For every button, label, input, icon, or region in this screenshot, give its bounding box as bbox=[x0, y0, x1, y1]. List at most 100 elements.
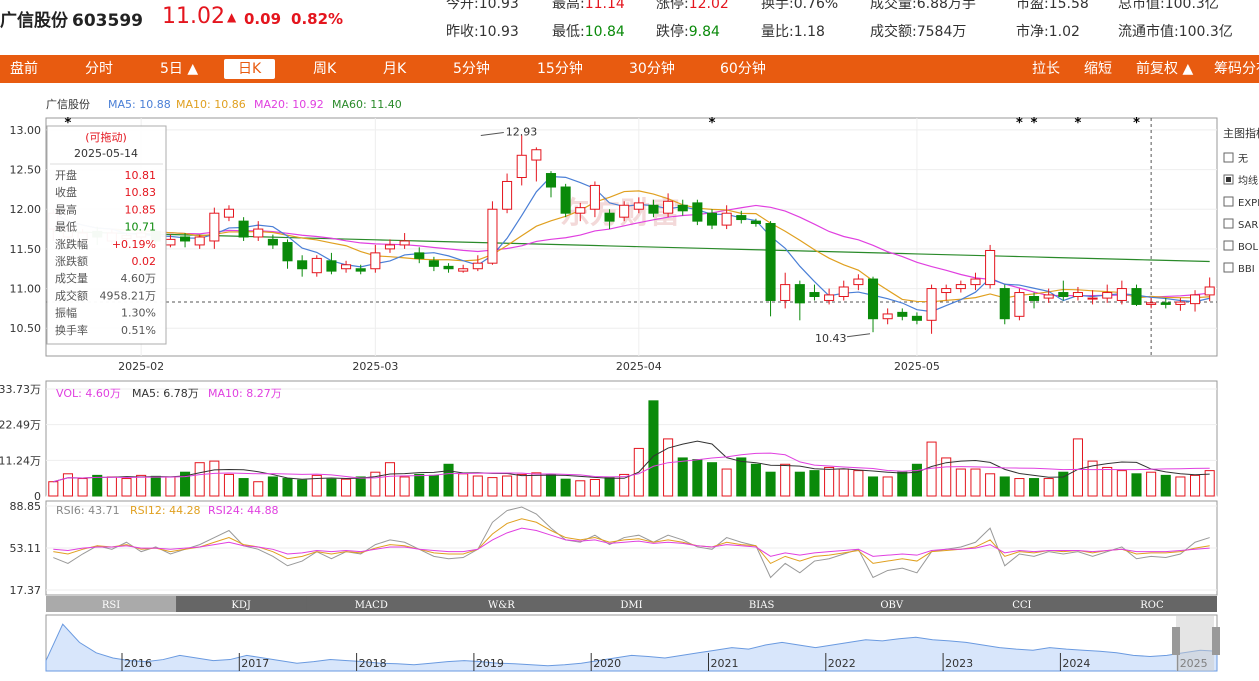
volume-bar bbox=[677, 457, 688, 497]
volume-bar bbox=[428, 474, 439, 497]
indicator-tab-label[interactable]: CCI bbox=[1012, 600, 1031, 611]
period-tab[interactable]: 15分钟 bbox=[537, 55, 583, 83]
candle-body bbox=[867, 278, 879, 320]
period-tab[interactable]: 分时 bbox=[85, 55, 113, 83]
period-tab[interactable]: 日K bbox=[224, 59, 276, 79]
period-tab[interactable]: 盘前 bbox=[10, 55, 38, 83]
volume-bar bbox=[326, 478, 337, 497]
indicator-tab-label[interactable]: DMI bbox=[620, 600, 642, 611]
legend-stock-name: 广信股份 bbox=[46, 98, 90, 111]
candle-body bbox=[1072, 292, 1083, 298]
quote-value: 10.93 bbox=[478, 24, 519, 40]
legend-ma20: MA20: 10.92 bbox=[254, 98, 324, 111]
period-tab[interactable]: 周K bbox=[313, 55, 336, 83]
up-arrow-icon: ▲ bbox=[226, 10, 237, 24]
period-toolbar: 盘前 分时 5日 ▲ 日K 周K 月K 5分钟 15分钟 30分钟 60分钟 拉长 缩短 前复权 ▲ 筹码… bbox=[0, 55, 1259, 83]
quote-value: 1.02 bbox=[1048, 24, 1080, 40]
candle-body bbox=[897, 311, 908, 317]
candle-body bbox=[341, 264, 352, 270]
candle-body bbox=[1131, 288, 1142, 305]
volume-bar bbox=[867, 476, 879, 497]
period-tab[interactable]: 月K bbox=[383, 55, 406, 83]
indicator-checkbox bbox=[1223, 196, 1234, 207]
tooltip-row-value: +0.19% bbox=[112, 238, 156, 251]
candle-body bbox=[1160, 302, 1171, 305]
indicator-tab-label[interactable]: RSI bbox=[102, 600, 120, 611]
quote-cell: 今开:10.93 bbox=[446, 0, 519, 13]
indicator-checkbox bbox=[1223, 262, 1234, 273]
indicator-checkbox bbox=[1223, 240, 1234, 251]
period-tab[interactable]: 筹码分布 bbox=[1214, 55, 1259, 83]
volume-bar bbox=[560, 478, 571, 497]
volume-bar bbox=[194, 462, 205, 497]
quote-label: 涨停: bbox=[656, 0, 689, 12]
candle-body bbox=[1116, 288, 1127, 301]
candle-body bbox=[1087, 297, 1098, 300]
overview-right-handle[interactable] bbox=[1212, 627, 1220, 655]
rsi-legend-12: RSI12: 44.28 bbox=[130, 504, 201, 517]
candle-body bbox=[633, 202, 644, 210]
tooltip-row-value: 4958.21万 bbox=[100, 289, 157, 302]
overview-year-label: 2016 bbox=[124, 657, 152, 670]
tooltip-row-value: 4.60万 bbox=[121, 272, 157, 285]
tooltip-row-label: 成交额 bbox=[55, 288, 88, 302]
period-tab[interactable]: 拉长 bbox=[1032, 55, 1060, 83]
volume-bar bbox=[575, 480, 586, 497]
volume-bar bbox=[414, 473, 425, 497]
indicator-option: SAR bbox=[1238, 220, 1258, 231]
candle-body bbox=[999, 288, 1010, 320]
volume-bar bbox=[604, 477, 615, 497]
indicator-checkbox bbox=[1223, 218, 1234, 229]
volume-bar bbox=[92, 474, 103, 497]
rsi-tick-label: 53.11 bbox=[10, 542, 42, 555]
volume-bar bbox=[838, 468, 849, 497]
period-tab[interactable]: 60分钟 bbox=[720, 55, 766, 83]
overview-left-handle[interactable] bbox=[1172, 627, 1180, 655]
quote-cell: 量比:1.18 bbox=[761, 21, 825, 41]
change-percent: 0.82% bbox=[291, 10, 344, 28]
candle-body bbox=[985, 249, 996, 286]
volume-tick-label: 33.73万 bbox=[0, 383, 41, 396]
period-tab[interactable]: 5日 ▲ bbox=[160, 55, 198, 83]
volume-bar bbox=[223, 473, 235, 497]
indicator-tab-label[interactable]: OBV bbox=[880, 600, 904, 611]
quote-header: 广信股份 603599 11.02 ▲ 0.09 0.82% 今开:10.93 最高:1… bbox=[0, 0, 1259, 48]
volume-bar bbox=[736, 457, 747, 497]
indicator-tab-label[interactable]: KDJ bbox=[231, 600, 251, 611]
candle-body bbox=[1014, 292, 1025, 317]
overview-year-label: 2019 bbox=[476, 657, 504, 670]
indicator-tab-label[interactable]: W&R bbox=[488, 600, 515, 611]
candle-body bbox=[824, 294, 835, 301]
quote-label: 今开: bbox=[446, 0, 479, 12]
candle-body bbox=[560, 186, 571, 214]
candle-body bbox=[619, 204, 630, 218]
candle-body bbox=[472, 262, 483, 270]
period-tab[interactable]: 5分钟 bbox=[453, 55, 490, 83]
candle-body bbox=[750, 220, 761, 225]
candle-body bbox=[1043, 294, 1054, 299]
kline-chart[interactable]: 13.00 12.50 12.00 11.50 11.00 10.50 2025-02 202… bbox=[0, 83, 1259, 681]
indicator-tab-label[interactable]: BIAS bbox=[749, 600, 775, 611]
volume-tick-label: 11.24万 bbox=[0, 454, 41, 467]
volume-bar bbox=[267, 476, 278, 497]
tooltip-row-label: 最低 bbox=[55, 221, 77, 234]
indicator-tab-label[interactable]: ROC bbox=[1140, 600, 1164, 611]
candle-body bbox=[326, 260, 337, 272]
period-tab[interactable]: 缩短 bbox=[1084, 55, 1112, 83]
volume-bar bbox=[619, 473, 630, 497]
volume-bar bbox=[955, 468, 966, 497]
candle-body bbox=[194, 236, 205, 246]
volume-bar bbox=[62, 473, 73, 497]
quote-value: 10.84 bbox=[584, 24, 625, 40]
quote-cell: 成交额:7584万 bbox=[870, 21, 966, 41]
indicator-tab-label[interactable]: MACD bbox=[355, 600, 388, 611]
volume-bar bbox=[48, 481, 59, 497]
quote-label: 流通市值: bbox=[1118, 24, 1179, 40]
candle-body bbox=[1190, 294, 1201, 305]
quote-cell: 流通市值:100.3亿 bbox=[1118, 21, 1233, 41]
stock-code: 603599 bbox=[72, 11, 143, 31]
price-value: 11.02 bbox=[162, 4, 225, 29]
period-tab[interactable]: 前复权 ▲ bbox=[1136, 55, 1193, 83]
quote-cell: 昨收:10.93 bbox=[446, 21, 519, 41]
period-tab[interactable]: 30分钟 bbox=[629, 55, 675, 83]
